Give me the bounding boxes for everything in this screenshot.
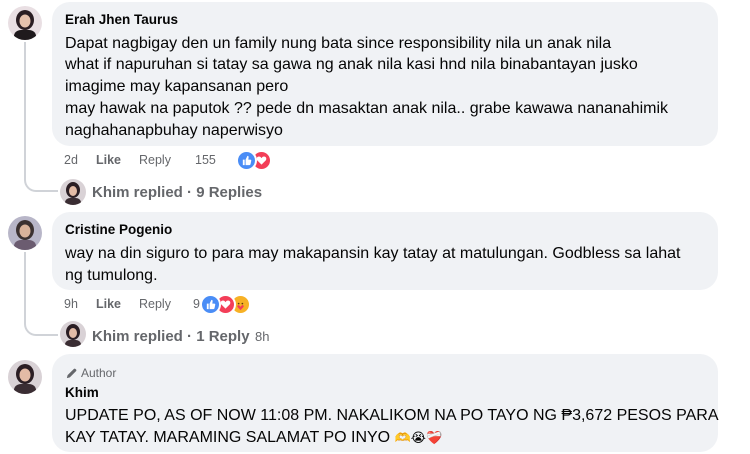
comment-text-line: KAY TATAY. MARAMING SALAMAT PO INYO 🫶😭❤️… — [65, 427, 442, 448]
separator: · — [182, 328, 197, 345]
like-icon — [236, 150, 257, 171]
replies-link[interactable]: Khim replied · 9 Replies — [92, 184, 262, 201]
replied-by: Khim replied — [92, 328, 183, 345]
like-icon — [200, 294, 221, 315]
replies-link[interactable]: Khim replied · 1 Reply — [92, 328, 250, 345]
separator: · — [182, 184, 197, 201]
comment-timestamp[interactable]: 2d — [64, 153, 78, 167]
comment-text-line: what if napuruhan si tatay sa gawa ng an… — [65, 56, 638, 73]
thread-connector — [24, 170, 58, 192]
comment-text: KAY TATAY. MARAMING SALAMAT PO INYO — [65, 429, 391, 446]
author-badge-label: Author — [81, 366, 117, 380]
thread-line — [24, 252, 26, 317]
thread-connector — [24, 310, 58, 336]
reply-button[interactable]: Reply — [139, 297, 171, 311]
pen-icon — [65, 367, 78, 380]
reply-count: 1 Reply — [196, 328, 250, 345]
avatar[interactable] — [8, 6, 42, 40]
comment-text-line: UPDATE PO, AS OF NOW 11:08 PM. NAKALIKOM… — [65, 407, 719, 424]
comment-text-line: may hawak na paputok ?? pede dn masaktan… — [65, 100, 669, 117]
reply-timestamp[interactable]: 8h — [255, 329, 269, 344]
like-button[interactable]: Like — [96, 153, 121, 167]
comment-author[interactable]: Khim — [65, 385, 99, 400]
crying-emoji: 😭 — [410, 430, 426, 445]
avatar[interactable] — [60, 179, 86, 205]
reaction-count[interactable]: 9 — [193, 297, 200, 311]
mending-heart-emoji: ❤️‍🩹 — [425, 430, 443, 445]
thread-line — [24, 42, 26, 177]
avatar[interactable] — [8, 360, 42, 394]
comment-text-line: ng tumulong. — [65, 267, 158, 284]
heart-hands-emoji: 🫶 — [394, 430, 411, 445]
like-button[interactable]: Like — [96, 297, 121, 311]
comment-text-line: imagime may kapansanan pero — [65, 78, 289, 95]
comment-timestamp[interactable]: 9h — [64, 297, 78, 311]
replied-by: Khim replied — [92, 184, 183, 201]
comment-author[interactable]: Erah Jhen Taurus — [65, 12, 178, 27]
author-badge: Author — [65, 366, 116, 380]
comment-text-line: Dapat nagbigay den un family nung bata s… — [65, 35, 612, 52]
comment-author[interactable]: Cristine Pogenio — [65, 222, 172, 237]
reply-button[interactable]: Reply — [139, 153, 171, 167]
avatar[interactable] — [60, 321, 86, 347]
comment-text-line: naghahanapbuhay naperwisyo — [65, 122, 283, 139]
reaction-count[interactable]: 155 — [195, 153, 216, 167]
reply-count: 9 Replies — [196, 184, 263, 201]
comment-text-line: way na din siguro to para may makapansin… — [65, 245, 681, 262]
avatar[interactable] — [8, 216, 42, 250]
